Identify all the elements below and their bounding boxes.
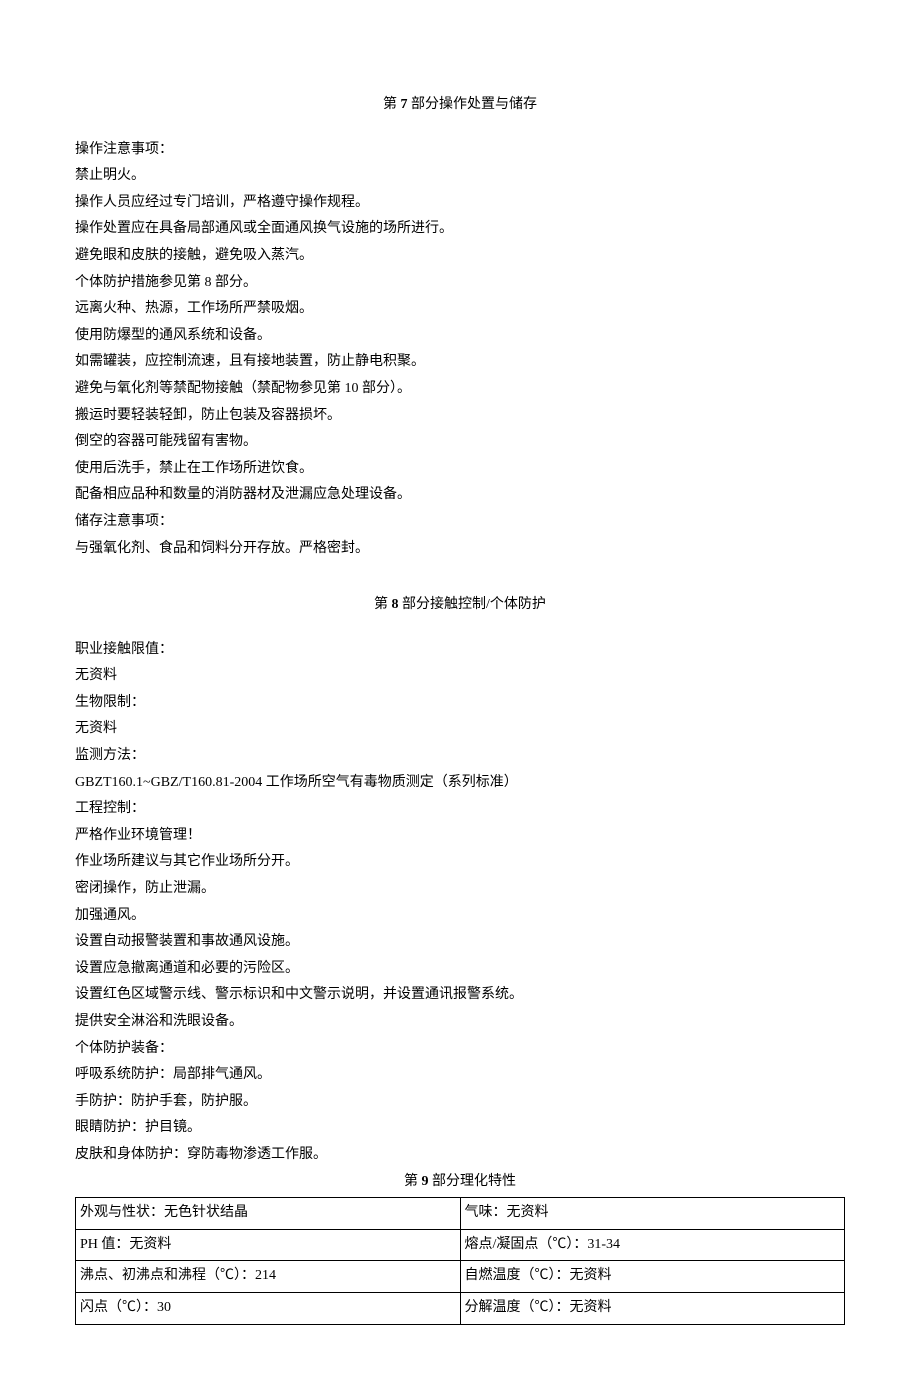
text-line: 设置应急撤离通道和必要的污险区。: [75, 956, 845, 983]
text-line: 设置红色区域警示线、警示标识和中文警示说明，并设置通讯报警系统。: [75, 982, 845, 1009]
text-line: 与强氧化剂、食品和饲料分开存放。严格密封。: [75, 536, 845, 563]
table-row: PH 值：无资料 熔点/凝固点（℃）：31-34: [76, 1229, 845, 1261]
section8-content: 职业接触限值： 无资料 生物限制： 无资料 监测方法： GBZT160.1~GB…: [75, 637, 845, 1169]
text-line: 眼睛防护：护目镜。: [75, 1115, 845, 1142]
text-line: 禁止明火。: [75, 163, 845, 190]
text-line: 倒空的容器可能残留有害物。: [75, 429, 845, 456]
text-line: 个体防护措施参见第 8 部分。: [75, 270, 845, 297]
section8-heading: 第 8 部分接触控制/个体防护: [75, 592, 845, 619]
section7-heading: 第 7 部分操作处置与储存: [75, 92, 845, 119]
text-line: 操作处置应在具备局部通风或全面通风换气设施的场所进行。: [75, 216, 845, 243]
text-line: 如需罐装，应控制流速，且有接地装置，防止静电积聚。: [75, 349, 845, 376]
table-cell: PH 值：无资料: [76, 1229, 461, 1261]
text-line: 提供安全淋浴和洗眼设备。: [75, 1009, 845, 1036]
table-cell: 熔点/凝固点（℃）：31-34: [460, 1229, 845, 1261]
text-line: 加强通风。: [75, 903, 845, 930]
table-cell: 闪点（℃）：30: [76, 1292, 461, 1324]
heading-post: 部分理化特性: [429, 1174, 517, 1189]
text-line: GBZT160.1~GBZ/T160.81-2004 工作场所空气有毒物质测定（…: [75, 770, 845, 797]
text-line: 工程控制：: [75, 796, 845, 823]
text-line: 职业接触限值：: [75, 637, 845, 664]
properties-table: 外观与性状：无色针状结晶 气味：无资料 PH 值：无资料 熔点/凝固点（℃）：3…: [75, 1197, 845, 1324]
text-line: 监测方法：: [75, 743, 845, 770]
table-cell: 外观与性状：无色针状结晶: [76, 1198, 461, 1230]
text-line: 作业场所建议与其它作业场所分开。: [75, 849, 845, 876]
heading-num: 7: [401, 97, 408, 112]
text-line: 操作人员应经过专门培训，严格遵守操作规程。: [75, 190, 845, 217]
text-line: 手防护：防护手套，防护服。: [75, 1089, 845, 1116]
text-line: 设置自动报警装置和事故通风设施。: [75, 929, 845, 956]
text-line: 避免与氧化剂等禁配物接触（禁配物参见第 10 部分）。: [75, 376, 845, 403]
table-row: 外观与性状：无色针状结晶 气味：无资料: [76, 1198, 845, 1230]
heading-num: 8: [392, 597, 399, 612]
table-cell: 自燃温度（℃）：无资料: [460, 1261, 845, 1293]
text-line: 无资料: [75, 716, 845, 743]
table-cell: 气味：无资料: [460, 1198, 845, 1230]
heading-pre: 第: [404, 1174, 422, 1189]
section7-content: 操作注意事项： 禁止明火。 操作人员应经过专门培训，严格遵守操作规程。 操作处置…: [75, 137, 845, 563]
text-line: 密闭操作，防止泄漏。: [75, 876, 845, 903]
text-line: 生物限制：: [75, 690, 845, 717]
text-line: 严格作业环境管理！: [75, 823, 845, 850]
heading-pre: 第: [374, 597, 392, 612]
heading-post: 部分接触控制/个体防护: [399, 597, 546, 612]
spacer: [75, 562, 845, 580]
text-line: 呼吸系统防护：局部排气通风。: [75, 1062, 845, 1089]
text-line: 储存注意事项：: [75, 509, 845, 536]
heading-pre: 第: [383, 97, 401, 112]
table-cell: 沸点、初沸点和沸程（℃）：214: [76, 1261, 461, 1293]
text-line: 个体防护装备：: [75, 1036, 845, 1063]
text-line: 操作注意事项：: [75, 137, 845, 164]
heading-post: 部分操作处置与储存: [408, 97, 538, 112]
section9-heading: 第 9 部分理化特性: [75, 1169, 845, 1196]
text-line: 避免眼和皮肤的接触，避免吸入蒸汽。: [75, 243, 845, 270]
text-line: 无资料: [75, 663, 845, 690]
table-row: 沸点、初沸点和沸程（℃）：214 自燃温度（℃）：无资料: [76, 1261, 845, 1293]
text-line: 使用防爆型的通风系统和设备。: [75, 323, 845, 350]
text-line: 搬运时要轻装轻卸，防止包装及容器损坏。: [75, 403, 845, 430]
text-line: 配备相应品种和数量的消防器材及泄漏应急处理设备。: [75, 482, 845, 509]
table-cell: 分解温度（℃）：无资料: [460, 1292, 845, 1324]
text-line: 皮肤和身体防护：穿防毒物渗透工作服。: [75, 1142, 845, 1169]
text-line: 远离火种、热源，工作场所严禁吸烟。: [75, 296, 845, 323]
text-line: 使用后洗手，禁止在工作场所进饮食。: [75, 456, 845, 483]
heading-num: 9: [422, 1174, 429, 1189]
table-row: 闪点（℃）：30 分解温度（℃）：无资料: [76, 1292, 845, 1324]
